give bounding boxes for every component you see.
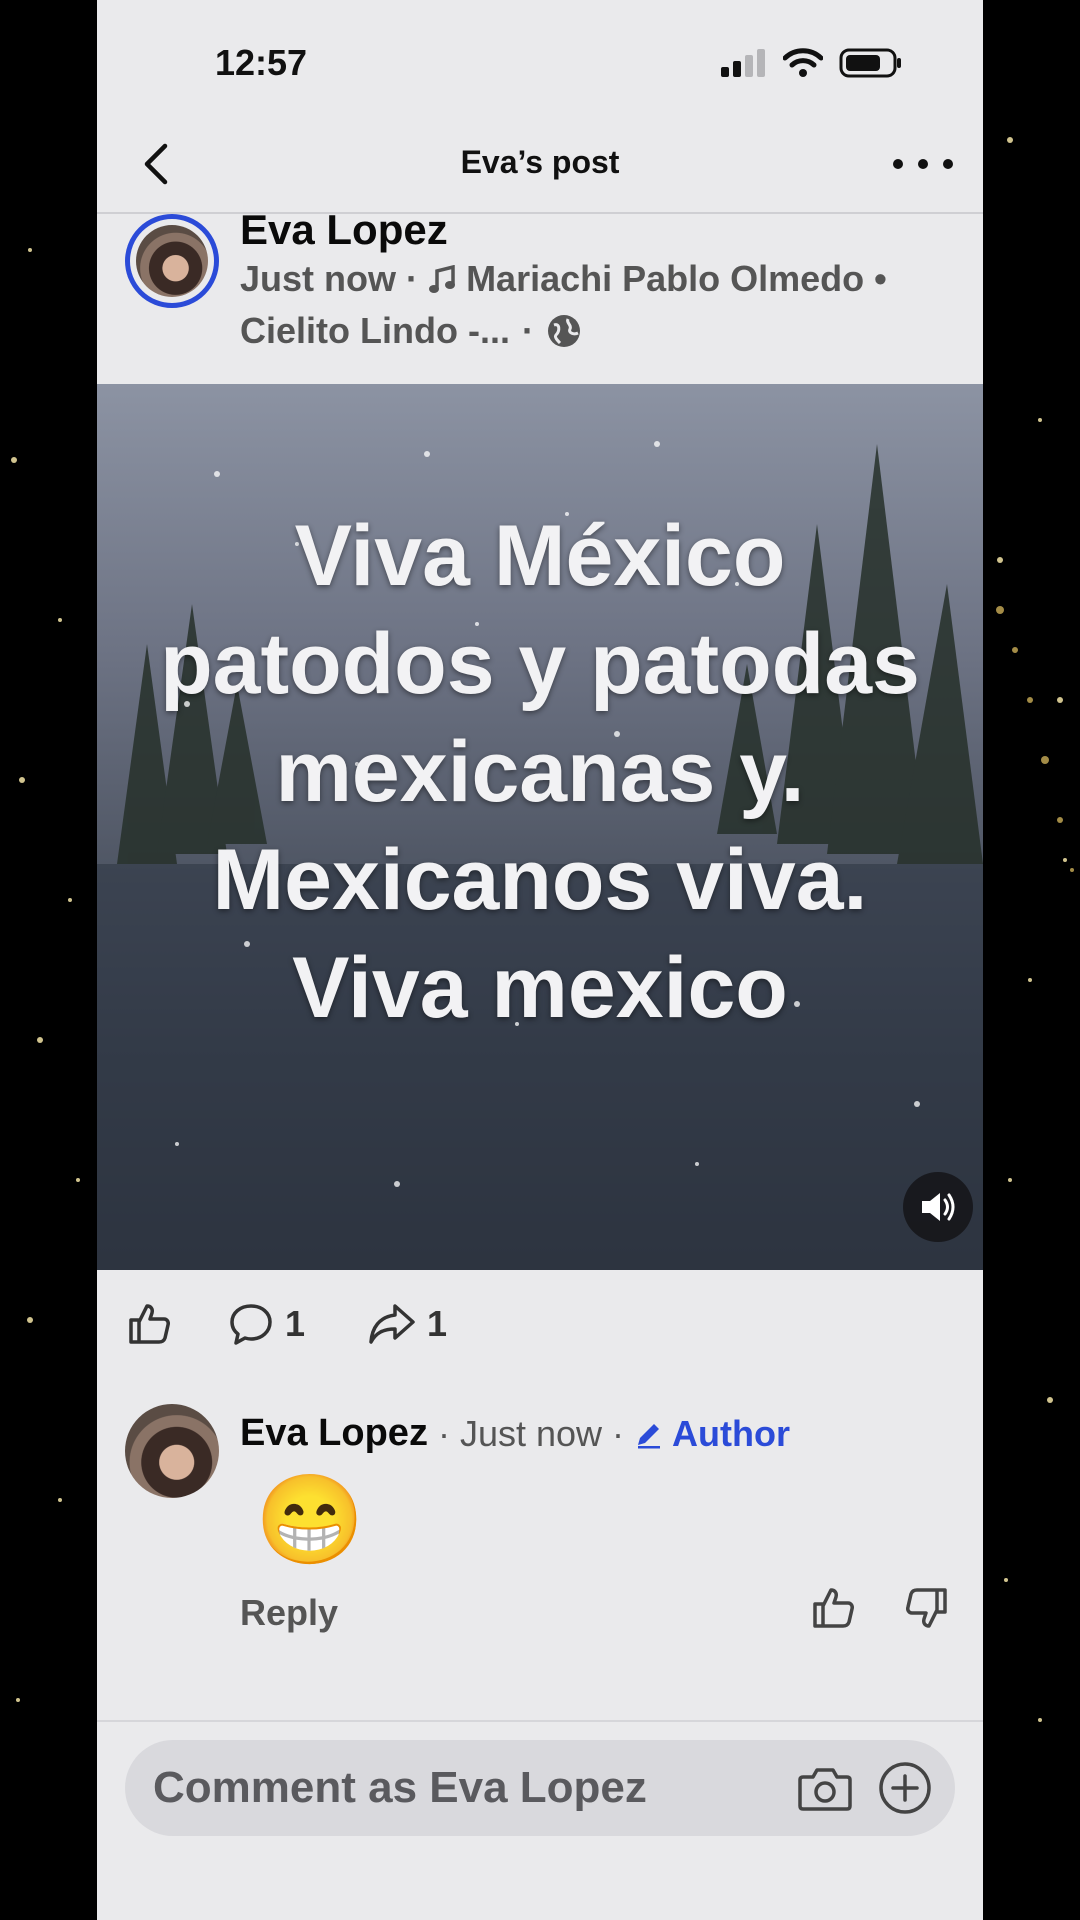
post-media[interactable]: Viva México patodos y patodas mexicanas … [97,384,983,1270]
nav-bar: Eva’s post [97,120,983,214]
signal-icon [721,49,765,77]
reply-button[interactable]: Reply [240,1592,338,1634]
music-artist[interactable]: Mariachi Pablo Olmedo • [466,258,887,299]
author-avatar[interactable] [125,214,219,308]
comment-button[interactable]: 1 [227,1300,305,1348]
music-track[interactable]: Cielito Lindo -... [240,310,510,352]
post-meta-line-2: Cielito Lindo -... · [240,310,582,352]
comment-author-name[interactable]: Eva Lopez [240,1412,428,1455]
comment-count: 1 [285,1303,306,1344]
author-badge-label: Author [672,1412,790,1454]
comment-input[interactable] [125,1762,797,1814]
pencil-icon [638,1423,660,1448]
post-header: Eva Lopez Just now · Mariachi Pablo Olme… [97,206,983,382]
status-bar: 12:57 [97,0,983,120]
composer-divider [97,1720,983,1722]
like-button[interactable] [125,1300,173,1348]
more-icon[interactable] [893,138,953,190]
status-time: 12:57 [215,42,308,83]
share-icon [369,1304,415,1344]
post-time: Just now [240,258,397,299]
status-icons [721,48,903,78]
share-button[interactable]: 1 [367,1300,447,1348]
post-author-name[interactable]: Eva Lopez [240,206,448,254]
comment-time: · Just now · [437,1412,624,1454]
post-actions: 1 1 [97,1272,983,1376]
comment-avatar[interactable] [125,1404,219,1498]
meta-separator: · [406,258,419,299]
thumbs-up-icon[interactable] [809,1584,857,1632]
media-caption: Viva México patodos y patodas mexicanas … [160,508,920,1036]
like-icon [129,1304,170,1344]
camera-icon[interactable] [797,1763,853,1813]
avatar-image [136,225,208,297]
comment-composer [125,1740,955,1836]
thumbs-down-icon[interactable] [903,1584,951,1632]
plus-circle-icon[interactable] [877,1760,933,1816]
comment-header: Eva Lopez · Just now · Author [240,1412,790,1455]
phone-screen: 12:57 Eva’s post Eva Lopez Just now · Ma… [97,0,983,1920]
wifi-icon [783,48,823,77]
globe-icon [547,315,580,347]
comment-icon [230,1304,272,1345]
meta-separator-2: · [521,310,534,351]
comment-body: 😁 [255,1470,365,1569]
composer-icons [797,1760,955,1816]
music-note-icon [429,264,456,293]
sound-on-icon[interactable] [903,1172,973,1242]
comment-item: Eva Lopez · Just now · Author 😁 Reply [97,1396,983,1656]
share-count: 1 [427,1303,448,1344]
battery-icon [839,48,901,78]
post-meta-line: Just now · Mariachi Pablo Olmedo • [240,258,887,300]
page-title: Eva’s post [460,144,620,180]
author-badge: Author [634,1413,790,1455]
